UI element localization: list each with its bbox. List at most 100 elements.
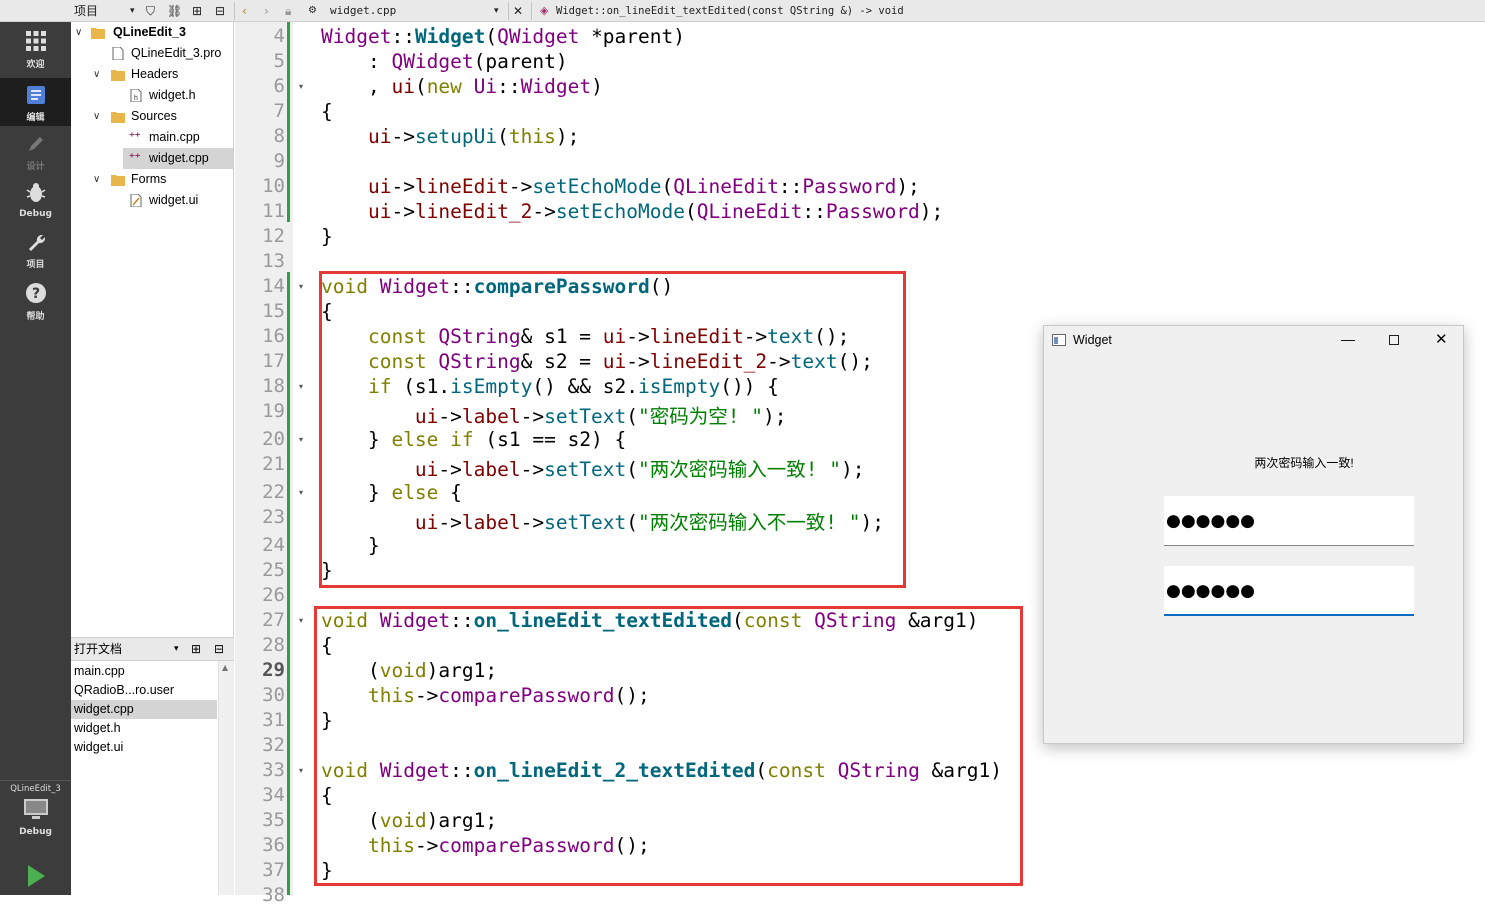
dropdown-icon[interactable]: ▾ [174, 638, 179, 660]
fold-arrow-icon[interactable]: ▾ [299, 382, 303, 391]
line-number: 11 [262, 200, 285, 222]
line-number: 34 [262, 784, 285, 806]
dropdown-icon[interactable]: ▾ [130, 0, 135, 22]
function-icon: ◈ [540, 4, 549, 17]
tree-project-node[interactable]: ∨ QLineEdit_3 [71, 22, 233, 43]
fold-arrow-icon[interactable]: ▾ [299, 282, 303, 291]
kit-selector[interactable]: QLineEdit_3 Debug [0, 784, 71, 854]
tree-label: widget.ui [149, 193, 199, 207]
line-number: 5 [273, 50, 285, 72]
cpp-file-icon: ⁺⁺ [129, 131, 141, 143]
open-doc-item[interactable]: QRadioB...ro.user [71, 681, 217, 700]
project-selector-label[interactable]: 项目 [74, 0, 98, 22]
symbol-selector[interactable]: Widget::on_lineEdit_textEdited(const QSt… [556, 0, 904, 22]
fold-arrow-icon[interactable]: ▾ [299, 488, 303, 497]
collapse-icon[interactable]: ∨ [93, 169, 100, 190]
highlight-box [314, 606, 1023, 886]
password-input-1[interactable]: ●●●●●● [1164, 496, 1414, 546]
widget-window[interactable]: Widget — ✕ 两次密码输入一致! ●●●●●● ●●●●●● [1043, 325, 1464, 744]
line-number: 9 [273, 150, 285, 172]
close-panel-icon[interactable]: ⊟ [214, 638, 224, 660]
line-number: 15 [262, 300, 285, 322]
line-number: 4 [273, 25, 285, 47]
fold-arrow-icon[interactable]: ▾ [299, 82, 303, 91]
change-marker [287, 272, 290, 895]
line-number: 26 [262, 584, 285, 606]
link-icon[interactable]: ⛓ [167, 0, 182, 22]
project-tree: ∨ QLineEdit_3 QLineEdit_3.pro ∨ Headers … [71, 22, 234, 637]
line-number: 24 [262, 534, 285, 556]
line-number: 18 [262, 375, 285, 397]
tree-label: widget.cpp [149, 151, 209, 165]
line-number: 33 [262, 759, 285, 781]
mode-debug[interactable]: Debug [0, 182, 71, 230]
kit-build-label: Debug [19, 827, 52, 837]
kit-project-label: QLineEdit_3 [10, 784, 61, 794]
line-number: 8 [273, 125, 285, 147]
document-icon [26, 86, 45, 104]
line-number: 6 [273, 75, 285, 97]
top-toolbar: 项目 ▾ ⛉ ⛓ ⊞ ⊟ ‹ › 🔒︎ ⚙ widget.cpp ▾ ✕ ◈ W… [0, 0, 1485, 22]
file-dropdown-icon[interactable]: ▾ [494, 0, 499, 22]
forward-icon[interactable]: › [264, 0, 269, 22]
line-number: 31 [262, 709, 285, 731]
code-line: { [321, 100, 333, 123]
line-number: 20 [262, 428, 285, 450]
fold-arrow-icon[interactable]: ▾ [299, 616, 303, 625]
line-number: 38 [262, 884, 285, 906]
scroll-up-icon[interactable]: ▲ [222, 663, 228, 672]
run-button[interactable] [0, 864, 71, 894]
filter-icon[interactable]: ⛉ [146, 0, 155, 22]
mode-sidebar: 欢迎 编辑 设计 Debug 项目 ? 帮助 QLineEdit_3 Debug [0, 22, 71, 895]
mode-edit[interactable]: 编辑 [0, 78, 71, 126]
collapse-icon[interactable]: ∨ [93, 106, 100, 127]
mode-help[interactable]: ? 帮助 [0, 282, 71, 330]
tree-source-main[interactable]: ⁺⁺ main.cpp [71, 127, 233, 148]
open-doc-item[interactable]: main.cpp [71, 662, 217, 681]
mode-design[interactable]: 设计 [0, 134, 71, 182]
fold-arrow-icon[interactable]: ▾ [299, 435, 303, 444]
tree-pro-file[interactable]: QLineEdit_3.pro [71, 43, 233, 64]
line-number: 21 [262, 453, 285, 475]
line-number: 32 [262, 734, 285, 756]
tree-label: main.cpp [149, 130, 200, 144]
tree-source-widget[interactable]: ⁺⁺ widget.cpp [123, 148, 233, 169]
split-icon[interactable]: ⊞ [192, 0, 202, 22]
project-folder-icon [91, 28, 105, 39]
password-input-2[interactable]: ●●●●●● [1164, 566, 1414, 616]
split-icon[interactable]: ⊞ [191, 638, 201, 660]
fold-arrow-icon[interactable]: ▾ [299, 766, 303, 775]
line-number: 37 [262, 859, 285, 881]
mode-label: 欢迎 [26, 60, 45, 70]
code-line: } [321, 225, 333, 248]
open-doc-item[interactable]: widget.cpp [71, 700, 217, 719]
close-file-icon[interactable]: ✕ [513, 0, 523, 22]
open-docs-header: 打开文档 ▾ ⊞ ⊟ [71, 637, 234, 661]
close-panel-icon[interactable]: ⊟ [215, 0, 225, 22]
line-number: 29 [262, 659, 285, 681]
cpp-file-icon: ⚙ [308, 5, 317, 16]
code-line: ui->lineEdit_2->setEchoMode(QLineEdit::P… [367, 200, 944, 223]
mode-projects[interactable]: 项目 [0, 232, 71, 280]
collapse-icon[interactable]: ∨ [75, 22, 82, 43]
scrollbar[interactable]: ▲ [218, 661, 234, 895]
collapse-icon[interactable]: ∨ [93, 64, 100, 85]
open-doc-item[interactable]: widget.h [71, 719, 217, 738]
bug-icon [26, 183, 45, 202]
tree-headers-folder[interactable]: ∨ Headers [71, 64, 233, 85]
tree-label: QLineEdit_3 [113, 25, 186, 39]
back-icon[interactable]: ‹ [242, 0, 247, 22]
tree-label: Sources [131, 109, 177, 123]
mode-label: Debug [19, 209, 52, 219]
tree-sources-folder[interactable]: ∨ Sources [71, 106, 233, 127]
file-selector[interactable]: widget.cpp [330, 0, 396, 22]
mode-welcome[interactable]: 欢迎 [0, 30, 71, 78]
tree-form-file[interactable]: widget.ui [71, 190, 233, 211]
tree-forms-folder[interactable]: ∨ Forms [71, 169, 233, 190]
code-line: Widget::Widget(QWidget *parent) [321, 25, 685, 48]
line-number: 14 [262, 275, 285, 297]
tree-header-file[interactable]: h widget.h [71, 85, 233, 106]
monitor-icon [23, 799, 48, 819]
open-doc-item[interactable]: widget.ui [71, 738, 217, 757]
line-number: 12 [262, 225, 285, 247]
